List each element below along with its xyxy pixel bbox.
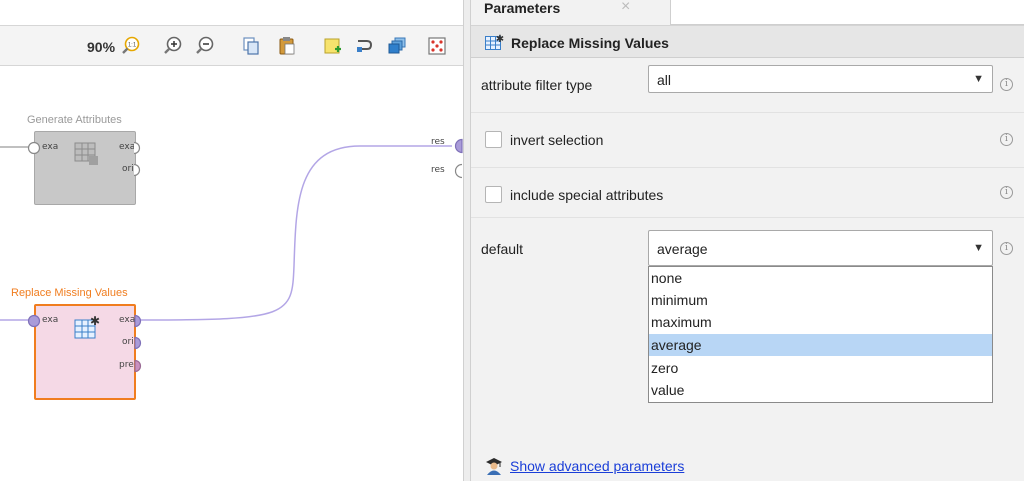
- operator-header: ✱ Replace Missing Values: [471, 25, 1024, 58]
- dropdown-option-zero[interactable]: zero: [649, 357, 992, 379]
- replace-missing-values-icon: ✱: [74, 315, 100, 339]
- generate-input-port[interactable]: [27, 141, 41, 155]
- port-label: exa: [42, 315, 59, 325]
- dropdown-option-minimum[interactable]: minimum: [649, 289, 992, 311]
- add-note-icon[interactable]: [322, 35, 344, 57]
- tab-strip: [671, 0, 1024, 25]
- parameters-panel: Parameters × ✱ Replace Missing Values at…: [471, 0, 1024, 481]
- param-row-attribute-filter-type: attribute filter type all ▼ i: [471, 58, 1024, 113]
- dropdown-arrow-icon: ▼: [973, 242, 984, 254]
- generate-attributes-icon: [74, 142, 98, 165]
- param-label[interactable]: invert selection: [510, 132, 603, 148]
- paste-icon[interactable]: [276, 35, 298, 57]
- dropdown-option-average[interactable]: average: [649, 334, 992, 356]
- layers-icon[interactable]: [386, 35, 408, 57]
- include-special-attributes-checkbox[interactable]: [485, 186, 502, 203]
- svg-text:1:1: 1:1: [128, 43, 137, 49]
- replace-missing-values-title: Replace Missing Values: [11, 287, 128, 299]
- replace-output-port[interactable]: [134, 336, 146, 350]
- replace-missing-values-icon: ✱: [485, 34, 504, 50]
- dropdown-option-value[interactable]: value: [649, 379, 992, 401]
- zoom-level: 90%: [87, 39, 116, 55]
- tab-parameters-label: Parameters: [484, 0, 561, 16]
- dropdown-option-none[interactable]: none: [649, 267, 992, 289]
- result-port[interactable]: [448, 163, 463, 179]
- operator-title: Replace Missing Values: [511, 35, 669, 51]
- select-value: all: [657, 72, 672, 88]
- param-row-invert-selection: invert selection i: [471, 113, 1024, 168]
- process-canvas[interactable]: Generate Attributes exa exa ori Replace …: [0, 66, 463, 481]
- port-label: ori: [122, 337, 134, 347]
- generate-attributes-title: Generate Attributes: [27, 114, 122, 126]
- process-pane: 90% 1:1 Generate Attributes exa exa ori …: [0, 0, 463, 481]
- select-value: average: [657, 241, 708, 257]
- generate-output-port[interactable]: [132, 163, 144, 177]
- expert-user-icon: [486, 458, 502, 475]
- zoom-in-icon[interactable]: [162, 35, 184, 57]
- port-label: exa: [42, 142, 59, 152]
- generate-output-port[interactable]: [132, 141, 144, 155]
- result-port[interactable]: [448, 138, 463, 154]
- port-label: exa: [119, 315, 136, 325]
- param-row-include-special-attributes: include special attributes i: [471, 168, 1024, 218]
- copy-icon[interactable]: [240, 35, 262, 57]
- app-window: 90% 1:1 Generate Attributes exa exa ori …: [0, 0, 1024, 481]
- attribute-filter-type-select[interactable]: all ▼: [648, 65, 993, 93]
- info-icon[interactable]: i: [1000, 78, 1013, 91]
- zoom-out-icon[interactable]: [194, 35, 216, 57]
- info-icon[interactable]: i: [1000, 242, 1013, 255]
- close-icon[interactable]: ×: [621, 0, 630, 16]
- result-port-label: res: [431, 165, 445, 175]
- param-label: default: [481, 241, 524, 257]
- connection-wires: [0, 145, 452, 321]
- svg-text:✱: ✱: [90, 315, 100, 328]
- dropdown-arrow-icon: ▼: [973, 73, 984, 85]
- dropdown-option-maximum[interactable]: maximum: [649, 311, 992, 333]
- connect-icon[interactable]: [354, 35, 376, 57]
- param-label: attribute filter type: [481, 77, 593, 93]
- replace-input-port[interactable]: [27, 314, 41, 328]
- result-port-label: res: [431, 137, 445, 147]
- port-label: pre: [119, 360, 134, 370]
- process-toolbar: 90% 1:1: [0, 25, 463, 66]
- replace-output-port[interactable]: [134, 314, 146, 328]
- panel-splitter[interactable]: [463, 0, 471, 481]
- svg-text:✱: ✱: [496, 34, 504, 45]
- show-advanced-parameters-link[interactable]: Show advanced parameters: [510, 458, 684, 474]
- default-select[interactable]: average ▼: [648, 230, 993, 266]
- info-icon[interactable]: i: [1000, 133, 1013, 146]
- param-label[interactable]: include special attributes: [510, 187, 663, 203]
- param-row-default: default average ▼ i: [471, 218, 1024, 268]
- default-dropdown-list: none minimum maximum average zero value: [648, 266, 993, 403]
- tab-parameters[interactable]: Parameters ×: [471, 0, 671, 25]
- info-icon[interactable]: i: [1000, 186, 1013, 199]
- invert-selection-checkbox[interactable]: [485, 131, 502, 148]
- arrange-icon[interactable]: [426, 35, 448, 57]
- replace-output-port[interactable]: [134, 359, 146, 373]
- zoom-fit-icon[interactable]: 1:1: [120, 35, 142, 57]
